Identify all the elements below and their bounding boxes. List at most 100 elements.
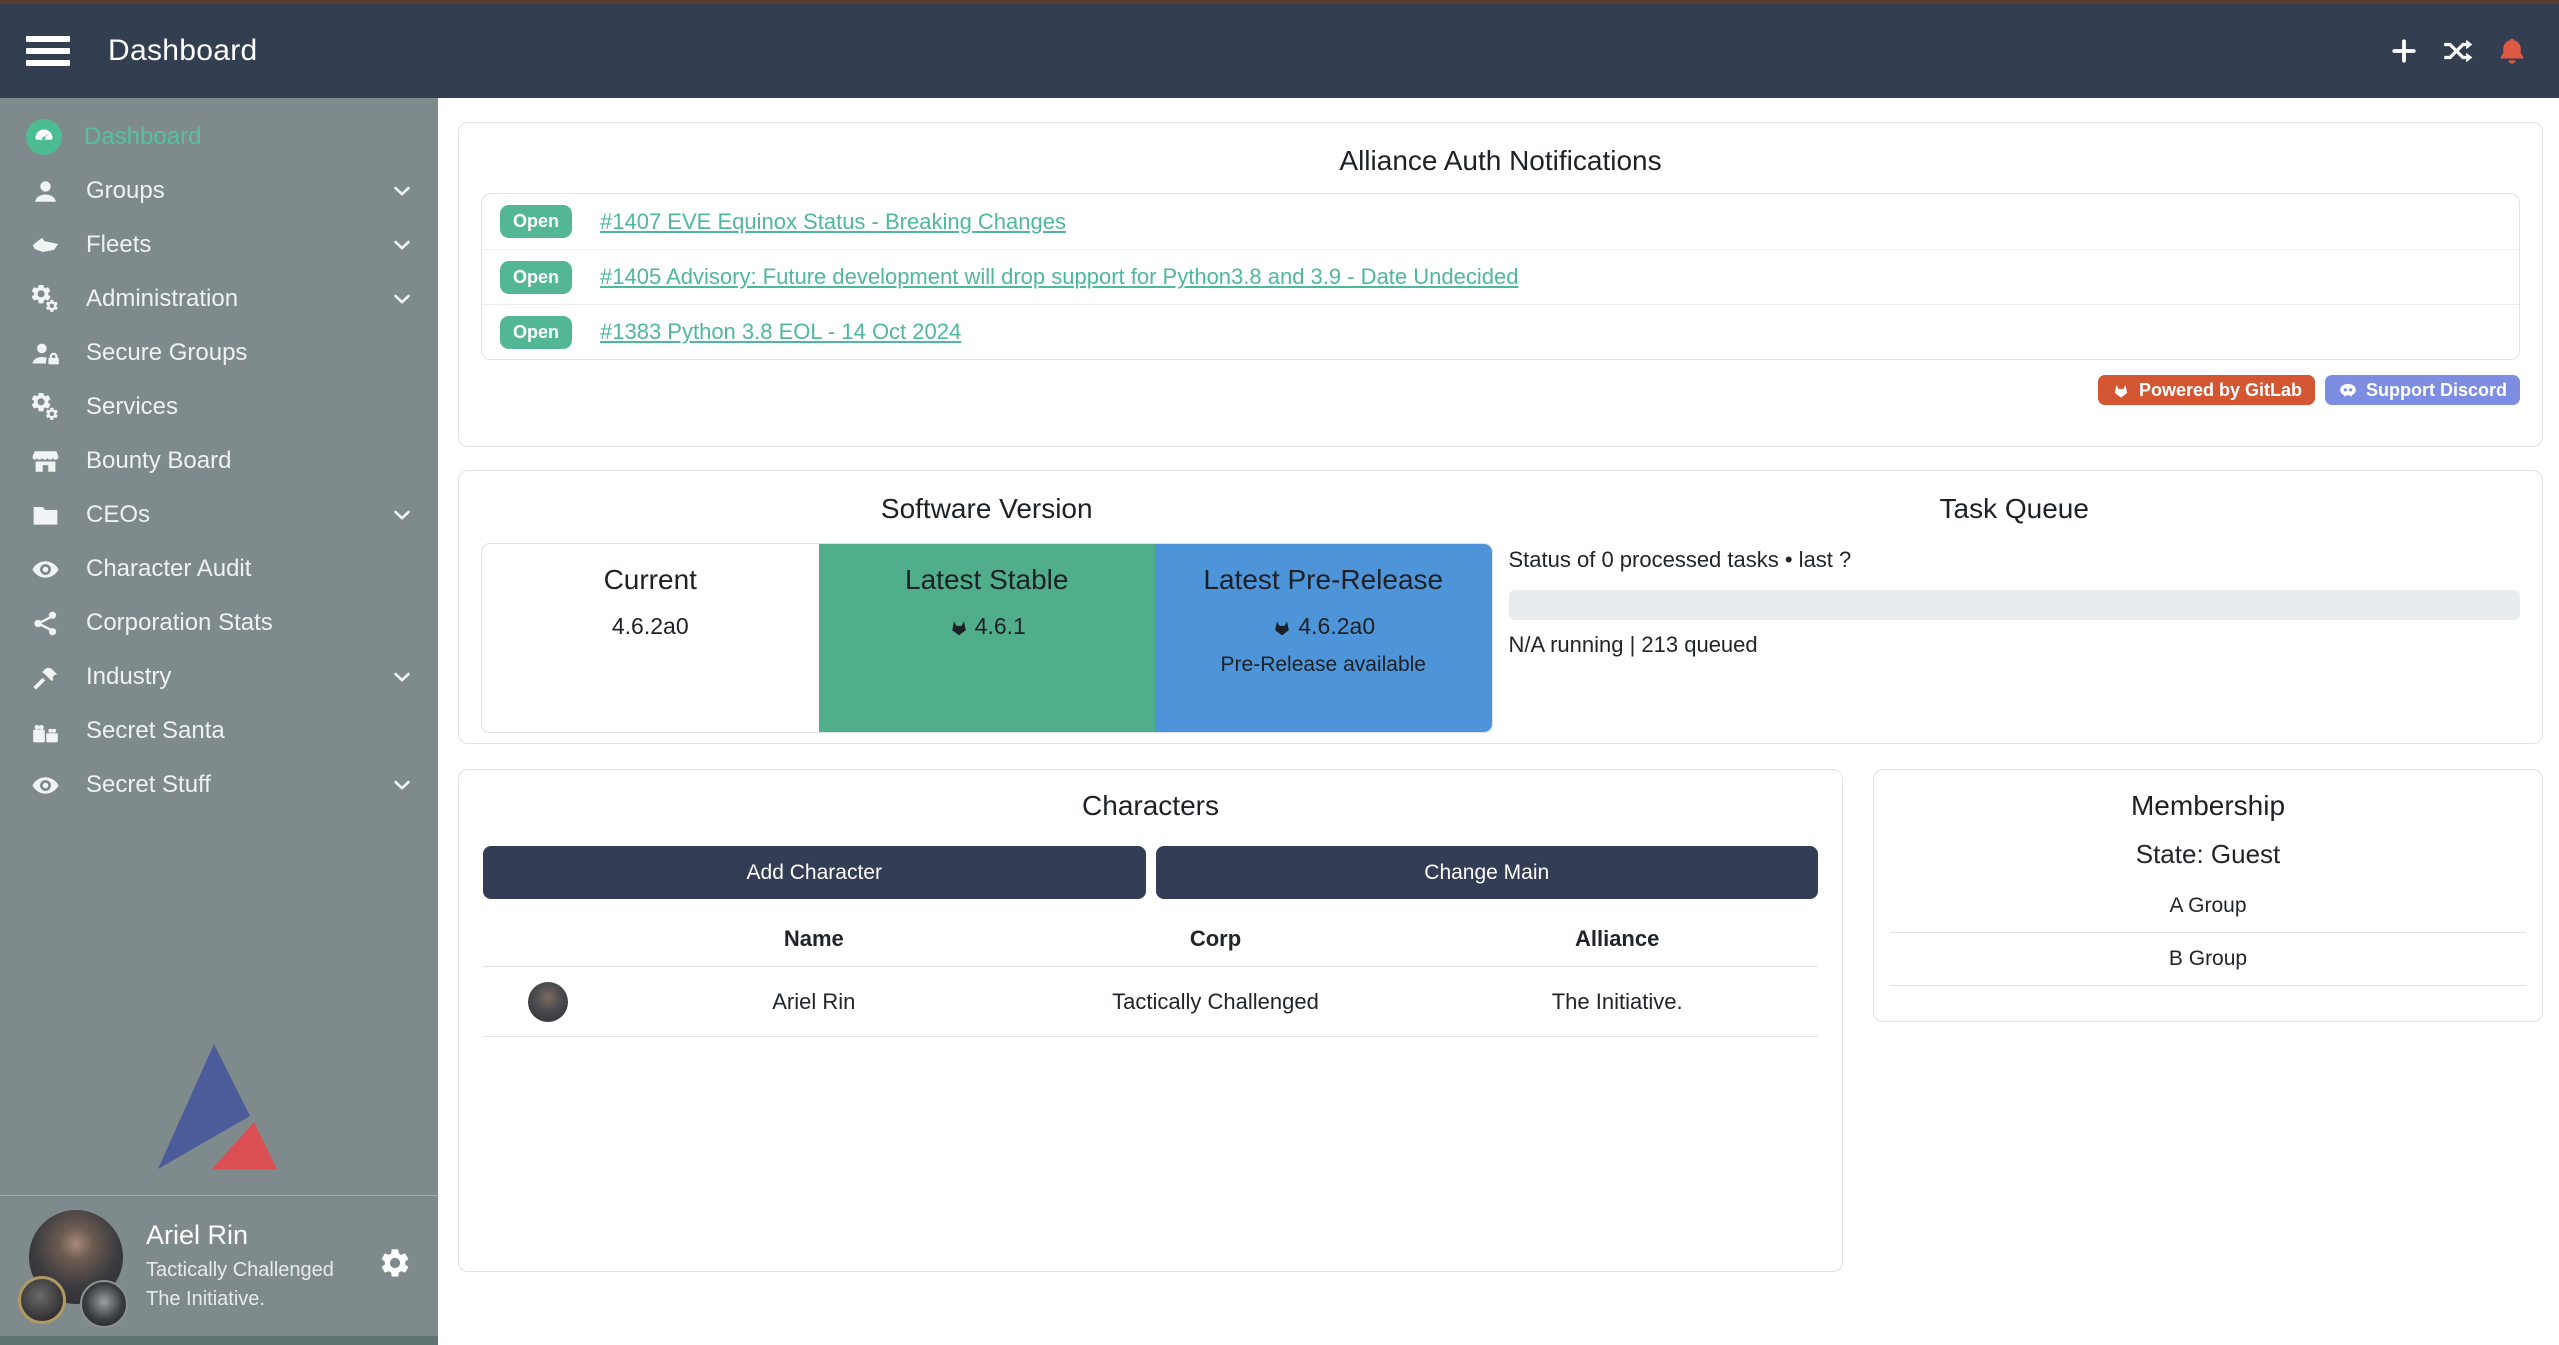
chevron-down-icon [390,503,414,527]
notification-row: Open #1383 Python 3.8 EOL - 14 Oct 2024 [482,304,2519,359]
task-queue-title: Task Queue [1509,493,2521,525]
sidebar-item-label: Industry [86,663,171,691]
share-icon [26,609,64,638]
hammer-icon [26,663,64,692]
sidebar-item-secret-santa[interactable]: Secret Santa [0,704,438,758]
sidebar-item-corporation-stats[interactable]: Corporation Stats [0,596,438,650]
sidebar-item-label: Groups [86,177,165,205]
chevron-down-icon [390,287,414,311]
gitlab-icon [948,616,970,638]
plus-icon[interactable] [2389,36,2419,66]
shuffle-icon[interactable] [2441,36,2475,66]
membership-state: State: Guest [1874,839,2542,870]
sidebar-item-bounty-board[interactable]: Bounty Board [0,434,438,488]
chevron-down-icon [390,179,414,203]
software-task-panel: Software Version Current 4.6.2a0 Latest … [458,470,2543,744]
user-name: Ariel Rin [146,1218,334,1253]
chevron-down-icon [390,773,414,797]
sidebar-item-fleets[interactable]: Fleets [0,218,438,272]
status-badge: Open [500,205,572,238]
notification-link[interactable]: #1383 Python 3.8 EOL - 14 Oct 2024 [600,319,961,345]
sidebar-item-label: Bounty Board [86,447,231,475]
notification-link[interactable]: #1405 Advisory: Future development will … [600,264,1518,290]
sidebar-item-character-audit[interactable]: Character Audit [0,542,438,596]
version-label: Latest Stable [819,564,1156,596]
user-corp: Tactically Challenged [146,1257,334,1283]
character-avatar [528,982,568,1022]
version-value: 4.6.1 [975,613,1026,640]
task-queue-section: Task Queue Status of 0 processed tasks •… [1493,493,2521,743]
characters-table: Name Corp Alliance Ariel Rin Tactically … [483,911,1818,1037]
list-item: A Group [1890,880,2526,933]
sidebar-item-label: Secret Stuff [86,771,211,799]
notification-link[interactable]: #1407 EVE Equinox Status - Breaking Chan… [600,209,1066,235]
notification-row: Open #1405 Advisory: Future development … [482,249,2519,304]
gifts-icon [26,717,64,746]
change-main-button[interactable]: Change Main [1156,846,1819,899]
header-alliance: Alliance [1416,926,1818,952]
gear-icon[interactable] [378,1246,412,1285]
cell-alliance: The Initiative. [1416,989,1818,1015]
status-badge: Open [500,316,572,349]
software-version-title: Software Version [481,493,1493,525]
sidebar-item-label: Corporation Stats [86,609,273,637]
notifications-list: Open #1407 EVE Equinox Status - Breaking… [481,193,2520,360]
sidebar-item-label: Dashboard [84,123,201,151]
support-discord-badge[interactable]: Support Discord [2325,375,2520,405]
topbar-actions [2389,36,2559,66]
sidebar-item-label: Fleets [86,231,151,259]
prerelease-note: Pre-Release available [1155,653,1492,677]
sidebar-item-ceos[interactable]: CEOs [0,488,438,542]
version-current: Current 4.6.2a0 [482,544,819,732]
version-value: 4.6.2a0 [1298,613,1375,640]
page-title: Dashboard [108,34,257,68]
sidebar-item-dashboard[interactable]: Dashboard [0,110,438,164]
cell-corp: Tactically Challenged [1015,989,1417,1015]
badge-label: Support Discord [2366,380,2507,401]
notifications-title: Alliance Auth Notifications [481,145,2520,177]
notifications-footer: Powered by GitLab Support Discord [481,375,2520,405]
membership-panel: Membership State: Guest A Group B Group [1873,769,2543,1022]
user-avatar [20,1210,132,1320]
user-panel[interactable]: Ariel Rin Tactically Challenged The Init… [0,1195,438,1336]
list-item: B Group [1890,933,2526,986]
user-lock-icon [26,339,64,368]
sidebar-item-label: Secure Groups [86,339,247,367]
sidebar-item-industry[interactable]: Industry [0,650,438,704]
powered-by-gitlab-badge[interactable]: Powered by GitLab [2098,375,2315,405]
notification-row: Open #1407 EVE Equinox Status - Breaking… [482,194,2519,249]
menu-toggle-icon[interactable] [26,36,72,66]
sidebar-item-secret-stuff[interactable]: Secret Stuff [0,758,438,812]
header-name: Name [613,926,1015,952]
badge-label: Powered by GitLab [2139,380,2302,401]
characters-actions: Add Character Change Main [483,846,1818,899]
bell-icon[interactable] [2497,36,2527,66]
add-character-button[interactable]: Add Character [483,846,1146,899]
table-row: Ariel Rin Tactically Challenged The Init… [483,967,1818,1037]
sidebar: Dashboard Groups Fleets Administration S… [0,98,438,1345]
sidebar-item-label: Secret Santa [86,717,225,745]
sidebar-item-administration[interactable]: Administration [0,272,438,326]
cell-name: Ariel Rin [613,989,1015,1015]
sidebar-item-groups[interactable]: Groups [0,164,438,218]
chevron-down-icon [390,665,414,689]
top-navbar: Dashboard [0,4,2559,98]
sidebar-item-services[interactable]: Services [0,380,438,434]
gauge-icon [26,119,62,155]
characters-title: Characters [483,790,1818,822]
task-queue-counts: N/A running | 213 queued [1509,632,2521,658]
chevron-down-icon [390,233,414,257]
alliance-logo-badge [80,1280,128,1328]
eye-icon [26,771,64,800]
gitlab-icon [2111,380,2131,400]
version-value: 4.6.2a0 [612,613,689,640]
main-content: Alliance Auth Notifications Open #1407 E… [438,98,2559,1345]
user-identity: Ariel Rin Tactically Challenged The Init… [146,1218,334,1311]
eye-icon [26,555,64,584]
sidebar-item-secure-groups[interactable]: Secure Groups [0,326,438,380]
user-icon [26,177,64,206]
task-queue-status: Status of 0 processed tasks • last ? [1509,547,2521,573]
discord-icon [2338,380,2358,400]
software-version-section: Software Version Current 4.6.2a0 Latest … [481,493,1493,743]
alliance-auth-logo [0,1041,438,1195]
